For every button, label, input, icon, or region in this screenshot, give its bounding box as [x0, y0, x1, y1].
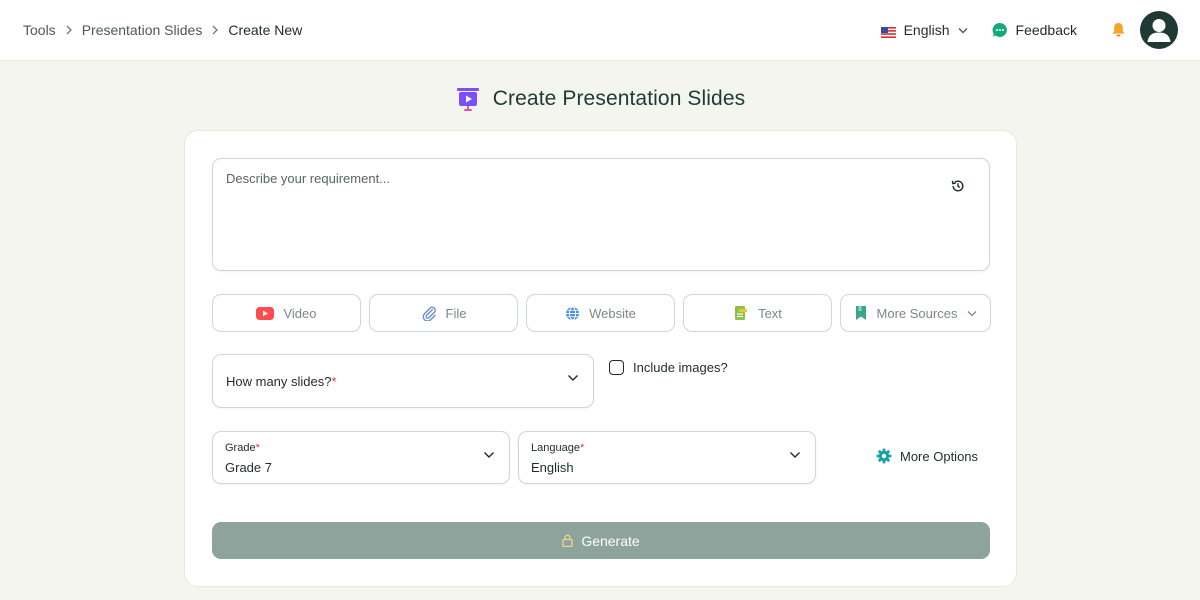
- video-source-button[interactable]: Video: [212, 294, 361, 332]
- header-actions: English Feedback: [880, 11, 1178, 49]
- feedback-button[interactable]: Feedback: [992, 22, 1077, 38]
- paperclip-icon: [421, 305, 437, 321]
- source-buttons: Video File Website Text More Sources: [212, 294, 992, 332]
- text-source-button[interactable]: Text: [683, 294, 832, 332]
- globe-icon: [565, 306, 580, 321]
- website-source-label: Website: [589, 305, 636, 321]
- bookmark-icon: [854, 305, 868, 321]
- more-sources-dropdown[interactable]: More Sources: [840, 294, 991, 332]
- file-source-label: File: [445, 305, 467, 321]
- file-source-button[interactable]: File: [369, 294, 518, 332]
- language-selector[interactable]: English: [880, 22, 968, 38]
- language-field-label: Language*: [531, 442, 585, 454]
- required-mark: *: [255, 442, 260, 454]
- breadcrumb-presentation-slides[interactable]: Presentation Slides: [82, 22, 203, 38]
- include-images-option[interactable]: Include images?: [609, 360, 728, 375]
- create-form-card: Video File Website: [184, 130, 1017, 587]
- grade-label: Grade*: [225, 442, 260, 454]
- more-sources-label: More Sources: [876, 305, 958, 321]
- language-select[interactable]: Language* English: [518, 431, 816, 484]
- gear-icon: [876, 448, 892, 464]
- generate-button[interactable]: Generate: [212, 522, 990, 559]
- breadcrumb-tools[interactable]: Tools: [23, 22, 56, 38]
- language-value: English: [531, 460, 574, 475]
- requirement-input[interactable]: [213, 159, 989, 270]
- presentation-icon: [455, 86, 481, 112]
- top-bar: Tools Presentation Slides Create New Eng…: [0, 0, 1200, 61]
- history-icon[interactable]: [951, 179, 965, 193]
- page-title-row: Create Presentation Slides: [0, 86, 1200, 112]
- required-mark: *: [579, 442, 585, 454]
- user-avatar[interactable]: [1140, 11, 1178, 49]
- website-source-button[interactable]: Website: [526, 294, 675, 332]
- chevron-right-icon: [65, 25, 73, 35]
- breadcrumb: Tools Presentation Slides Create New: [23, 22, 302, 38]
- required-mark: *: [331, 373, 337, 389]
- lock-icon: [562, 534, 573, 547]
- chevron-down-icon: [967, 310, 977, 317]
- text-source-label: Text: [758, 305, 782, 321]
- slides-count-select[interactable]: How many slides?*: [212, 354, 594, 408]
- user-icon: [1147, 19, 1171, 42]
- requirement-input-box: [212, 158, 990, 271]
- youtube-icon: [256, 306, 275, 320]
- chevron-right-icon: [211, 25, 219, 35]
- feedback-label: Feedback: [1015, 22, 1077, 38]
- chat-bubble-icon: [992, 22, 1008, 38]
- chevron-down-icon: [958, 27, 968, 34]
- generate-label: Generate: [581, 532, 640, 549]
- us-flag-icon: [880, 25, 896, 38]
- chevron-down-icon: [483, 451, 495, 459]
- language-label: English: [903, 22, 950, 38]
- page-title: Create Presentation Slides: [492, 87, 746, 110]
- breadcrumb-current: Create New: [228, 22, 303, 38]
- video-source-label: Video: [283, 305, 317, 321]
- text-document-icon: [733, 305, 749, 321]
- slides-count-label: How many slides?*: [226, 373, 337, 389]
- grade-select[interactable]: Grade* Grade 7: [212, 431, 510, 484]
- grade-value: Grade 7: [225, 460, 272, 475]
- bell-icon[interactable]: [1111, 22, 1126, 38]
- include-images-checkbox[interactable]: [609, 360, 624, 375]
- chevron-down-icon: [567, 374, 579, 382]
- include-images-label: Include images?: [633, 360, 728, 375]
- more-options-button[interactable]: More Options: [876, 448, 978, 464]
- chevron-down-icon: [789, 451, 801, 459]
- more-options-label: More Options: [900, 448, 979, 464]
